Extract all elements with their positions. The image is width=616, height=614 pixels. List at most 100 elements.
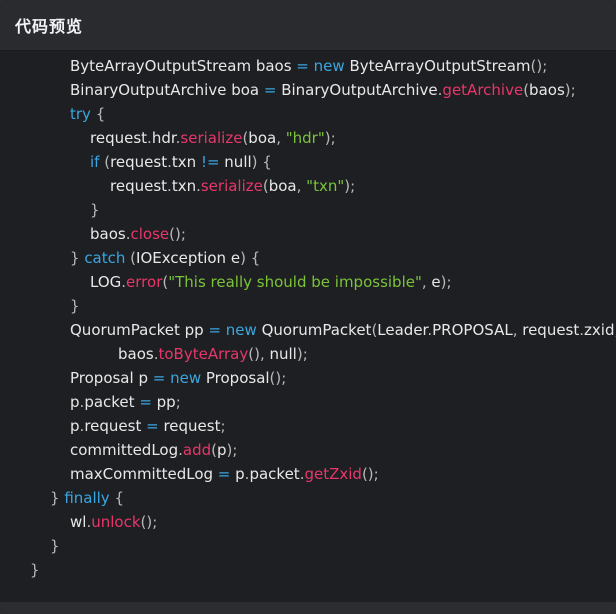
code-preview-window: 代码预览 ByteArrayOutputStream baos = new By… <box>0 0 616 614</box>
code-token: packet <box>84 393 140 411</box>
code-token: "txn" <box>306 177 345 195</box>
code-line: committedLog.add(p); <box>0 438 616 462</box>
code-token: , <box>421 273 432 291</box>
code-line: } catch (IOException e) { <box>0 246 616 270</box>
code-token: p <box>217 441 227 459</box>
code-line: LOG.error("This really should be impossi… <box>0 270 616 294</box>
code-token: = <box>139 393 152 411</box>
code-token: } <box>70 249 85 267</box>
code-token: ); <box>564 81 576 99</box>
code-token: ; <box>220 417 226 435</box>
code-line: if (request.txn != null) { <box>0 150 616 174</box>
code-token: baos <box>90 225 126 243</box>
code-token: request <box>158 417 221 435</box>
bottom-bar <box>0 602 616 614</box>
code-block[interactable]: ByteArrayOutputStream baos = new ByteArr… <box>0 51 616 602</box>
code-token: ( <box>125 249 137 267</box>
code-token: Leader <box>377 321 428 339</box>
code-line: baos.close(); <box>0 222 616 246</box>
code-token: } <box>90 201 100 219</box>
code-token: request <box>110 153 168 171</box>
code-token: p <box>70 417 80 435</box>
code-token: unlock <box>91 513 141 531</box>
code-token: request <box>522 321 580 339</box>
code-token: null <box>219 153 252 171</box>
code-token: = <box>263 81 277 99</box>
code-token: catch <box>84 249 126 267</box>
code-token: QuorumPacket <box>256 321 372 339</box>
code-line: } <box>0 294 616 318</box>
code-token: maxCommittedLog <box>70 465 218 483</box>
code-token: e <box>431 273 441 291</box>
code-token: = <box>152 369 166 387</box>
code-token: error <box>126 273 163 291</box>
code-line: ByteArrayOutputStream baos = new ByteArr… <box>0 54 616 78</box>
code-token: "This really should be impossible" <box>168 273 422 291</box>
code-token: ) { <box>240 249 261 267</box>
code-token: LOG <box>90 273 122 291</box>
code-token: (); <box>169 225 186 243</box>
code-token: } <box>50 537 60 555</box>
code-line: request.txn.serialize(boa, "txn"); <box>0 174 616 198</box>
window-title: 代码预览 <box>15 17 84 36</box>
code-line: wl.unlock(); <box>0 510 616 534</box>
code-token: BinaryOutputArchive <box>276 81 438 99</box>
code-token: null <box>269 345 297 363</box>
code-token: IOException e <box>136 249 241 267</box>
code-line: maxCommittedLog = p.packet.getZxid(); <box>0 462 616 486</box>
code-token: { <box>109 489 124 507</box>
code-token: ); <box>296 345 308 363</box>
code-line: Proposal p = new Proposal(); <box>0 366 616 390</box>
code-token: zxid <box>584 321 615 339</box>
code-token: new <box>225 321 257 339</box>
code-token: (), <box>248 345 270 363</box>
code-token: = <box>146 417 159 435</box>
code-token: try <box>70 105 91 123</box>
code-token: Proposal <box>201 369 270 387</box>
code-token: BinaryOutputArchive boa <box>70 81 264 99</box>
code-line: p.packet = pp; <box>0 390 616 414</box>
code-token: ); <box>226 441 238 459</box>
code-token: } <box>70 297 80 315</box>
code-token: serialize <box>180 129 243 147</box>
code-token: , <box>512 321 523 339</box>
code-token: (); <box>140 513 158 531</box>
code-token: Proposal p <box>70 369 153 387</box>
code-line: } <box>0 198 616 222</box>
code-token: request <box>90 129 148 147</box>
code-token: finally <box>64 489 110 507</box>
code-line: QuorumPacket pp = new QuorumPacket(Leade… <box>0 318 616 342</box>
code-line: baos.toByteArray(), null); <box>0 342 616 366</box>
code-token: add <box>182 441 212 459</box>
code-token: serialize <box>200 177 263 195</box>
code-token: ByteArrayOutputStream <box>344 57 531 75</box>
code-line: BinaryOutputArchive boa = BinaryOutputAr… <box>0 78 616 102</box>
code-token: , <box>276 129 286 147</box>
code-token: (); <box>530 57 548 75</box>
code-token: , <box>296 177 307 195</box>
code-token: ); <box>440 273 452 291</box>
code-token: QuorumPacket pp <box>70 321 209 339</box>
code-token: ByteArrayOutputStream baos <box>70 57 297 75</box>
code-token: txn <box>171 177 197 195</box>
code-token: != <box>200 153 220 171</box>
code-line: request.hdr.serialize(boa, "hdr"); <box>0 126 616 150</box>
code-token: } <box>30 561 40 579</box>
code-token: (); <box>361 465 379 483</box>
code-token: PROPOSAL <box>432 321 513 339</box>
code-token: (); <box>269 369 287 387</box>
code-token: { <box>90 105 106 123</box>
code-token: new <box>313 57 345 75</box>
code-token: = <box>217 465 231 483</box>
code-token: baos <box>118 345 154 363</box>
code-token: p <box>70 393 80 411</box>
code-token: getArchive <box>442 81 524 99</box>
code-line: } <box>0 558 616 582</box>
code-token: packet <box>249 465 300 483</box>
code-token: committedLog <box>70 441 179 459</box>
code-token: boa <box>248 129 277 147</box>
code-token: ); <box>324 129 336 147</box>
code-line: } finally { <box>0 486 616 510</box>
code-token: p <box>230 465 245 483</box>
code-token: toByteArray <box>158 345 249 363</box>
